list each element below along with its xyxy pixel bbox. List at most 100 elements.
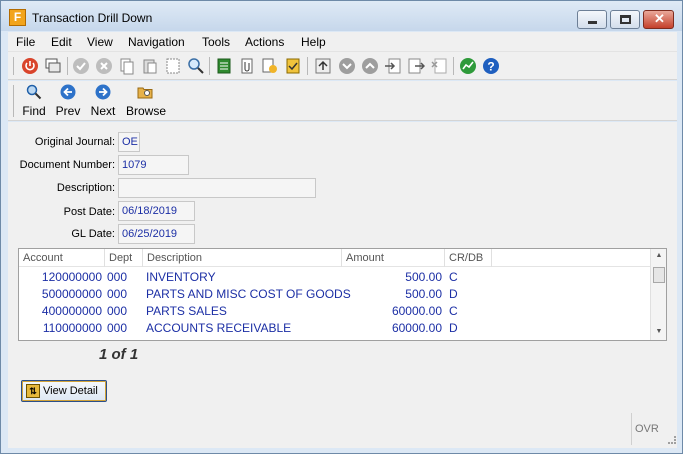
check-icon[interactable]	[72, 57, 90, 75]
cell-account: 110000000	[42, 321, 102, 335]
form-area: Original Journal: OE Document Number: 10…	[8, 122, 677, 448]
cell-account: 120000000	[41, 270, 102, 284]
toolbar-separator	[307, 57, 308, 75]
maximize-button[interactable]	[610, 10, 640, 29]
close-icon: ✕	[654, 11, 665, 26]
toolbar-separator	[453, 57, 454, 75]
arrow-left-icon	[60, 84, 76, 100]
find-label: Find	[22, 104, 46, 118]
original-journal-field[interactable]: OE	[118, 132, 140, 152]
cell-crdb: C	[449, 304, 458, 318]
grid-vertical-scrollbar[interactable]: ▲ ▼	[650, 249, 666, 340]
toolbar-separator	[13, 57, 14, 75]
checklist-icon[interactable]	[284, 57, 302, 75]
table-row[interactable]: 120000000 000 INVENTORY 500.00 C	[19, 268, 650, 285]
help-icon[interactable]: ?	[482, 57, 500, 75]
description-field[interactable]	[118, 178, 316, 198]
post-date-label: Post Date:	[63, 206, 115, 218]
column-header-crdb[interactable]: CR/DB	[445, 249, 492, 267]
delete-doc-icon[interactable]	[430, 57, 448, 75]
cell-account: 400000000	[41, 304, 102, 318]
chevron-up-circle-icon[interactable]	[361, 57, 379, 75]
power-icon[interactable]	[21, 57, 39, 75]
copy-window-icon[interactable]	[44, 57, 62, 75]
document-number-field[interactable]: 1079	[118, 155, 189, 175]
duplicate-icon[interactable]	[118, 57, 136, 75]
app-logo-icon: F	[9, 9, 26, 26]
find-button[interactable]: Find	[22, 84, 46, 118]
paste-icon[interactable]	[141, 57, 159, 75]
transactions-grid: Account Dept Description Amount CR/DB 12…	[18, 248, 667, 341]
scroll-down-arrow-icon[interactable]: ▼	[651, 325, 667, 339]
view-detail-button[interactable]: ⇅ View Detail	[21, 380, 107, 402]
folder-search-icon	[137, 87, 153, 99]
minimize-button[interactable]	[577, 10, 607, 29]
cell-description: PARTS AND MISC COST OF GOODS	[146, 287, 351, 301]
cell-account: 500000000	[41, 287, 102, 301]
menu-view[interactable]: View	[87, 35, 113, 49]
search-icon	[26, 84, 42, 100]
chart-icon[interactable]	[459, 57, 477, 75]
original-journal-label: Original Journal:	[34, 136, 115, 148]
scrollbar-thumb[interactable]	[653, 267, 665, 283]
window-title: Transaction Drill Down	[32, 11, 153, 25]
prev-button[interactable]: Prev	[55, 84, 81, 118]
drill-down-icon: ⇅	[26, 384, 40, 398]
cell-description: PARTS SALES	[146, 304, 227, 318]
post-date-field[interactable]: 06/18/2019	[118, 201, 195, 221]
menu-help[interactable]: Help	[301, 35, 326, 49]
cell-description: INVENTORY	[146, 270, 216, 284]
page-indicator: 1 of 1	[99, 346, 139, 363]
menu-tools[interactable]: Tools	[202, 35, 230, 49]
cell-amount: 60000.00	[391, 321, 442, 335]
transaction-drill-down-window: F Transaction Drill Down ✕ File Edit Vie…	[0, 0, 683, 454]
cell-amount: 500.00	[405, 287, 442, 301]
page-icon[interactable]	[164, 57, 182, 75]
table-row[interactable]: 400000000 000 PARTS SALES 60000.00 C	[19, 302, 650, 319]
cell-amount: 60000.00	[391, 304, 442, 318]
browse-button[interactable]: Browse	[126, 84, 166, 118]
resize-grip-icon[interactable]	[668, 436, 676, 444]
column-header-account[interactable]: Account	[19, 249, 105, 267]
next-label: Next	[90, 104, 116, 118]
cell-crdb: C	[449, 270, 458, 284]
toolbar: ?	[8, 52, 677, 80]
gl-date-field[interactable]: 06/25/2019	[118, 224, 195, 244]
notes-icon[interactable]	[215, 57, 233, 75]
menu-file[interactable]: File	[16, 35, 35, 49]
grid-header: Account Dept Description Amount CR/DB	[19, 249, 650, 267]
menu-navigation[interactable]: Navigation	[128, 35, 185, 49]
toolbar-separator	[209, 57, 210, 75]
next-button[interactable]: Next	[90, 84, 116, 118]
navigation-bar: Find Prev Next Browse	[8, 81, 677, 121]
column-header-dept[interactable]: Dept	[105, 249, 143, 267]
prev-label: Prev	[55, 104, 81, 118]
menu-edit[interactable]: Edit	[51, 35, 72, 49]
cell-dept: 000	[107, 270, 128, 284]
gl-date-label: GL Date:	[71, 228, 115, 240]
chevron-down-circle-icon[interactable]	[338, 57, 356, 75]
upload-icon[interactable]	[314, 57, 332, 75]
column-header-description[interactable]: Description	[143, 249, 342, 267]
cell-dept: 000	[107, 304, 128, 318]
table-row[interactable]: 110000000 000 ACCOUNTS RECEIVABLE 60000.…	[19, 319, 650, 336]
title-bar[interactable]: F Transaction Drill Down ✕	[1, 1, 682, 31]
minimize-icon	[588, 21, 597, 24]
export-doc-icon[interactable]	[407, 57, 425, 75]
cell-crdb: D	[449, 287, 458, 301]
export-icon[interactable]	[261, 57, 279, 75]
toolbar-separator	[67, 57, 68, 75]
menu-actions[interactable]: Actions	[245, 35, 284, 49]
close-button[interactable]: ✕	[643, 10, 674, 29]
zoom-icon[interactable]	[187, 57, 205, 75]
toolbar-separator	[13, 85, 14, 117]
column-header-amount[interactable]: Amount	[342, 249, 445, 267]
attach-icon[interactable]	[238, 57, 256, 75]
view-detail-label: View Detail	[43, 385, 98, 397]
table-row[interactable]: 500000000 000 PARTS AND MISC COST OF GOO…	[19, 285, 650, 302]
import-icon[interactable]	[384, 57, 402, 75]
scroll-up-arrow-icon[interactable]: ▲	[651, 249, 667, 263]
arrow-right-icon	[95, 84, 111, 100]
cancel-icon[interactable]	[95, 57, 113, 75]
cell-description: ACCOUNTS RECEIVABLE	[146, 321, 292, 335]
